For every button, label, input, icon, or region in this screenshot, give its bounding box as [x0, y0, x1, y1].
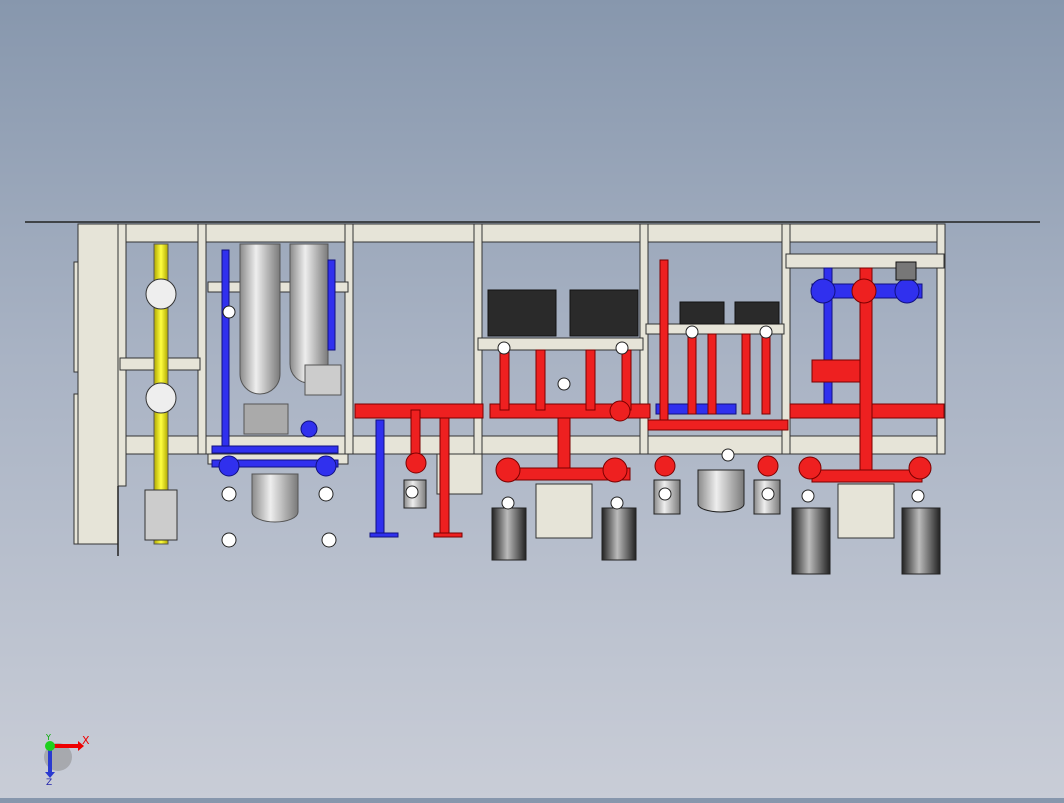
gas-line[interactable]	[144, 243, 178, 545]
y-axis-label: Y	[46, 733, 51, 742]
x-axis-label: X	[82, 734, 90, 747]
cad-viewport[interactable]: X Y Z	[0, 0, 1064, 798]
control-cabinet[interactable]	[73, 223, 119, 545]
axis-triad	[44, 741, 84, 778]
storage-tanks[interactable]	[239, 243, 342, 523]
model-render[interactable]	[0, 0, 1064, 798]
z-axis-label: Z	[46, 778, 53, 788]
